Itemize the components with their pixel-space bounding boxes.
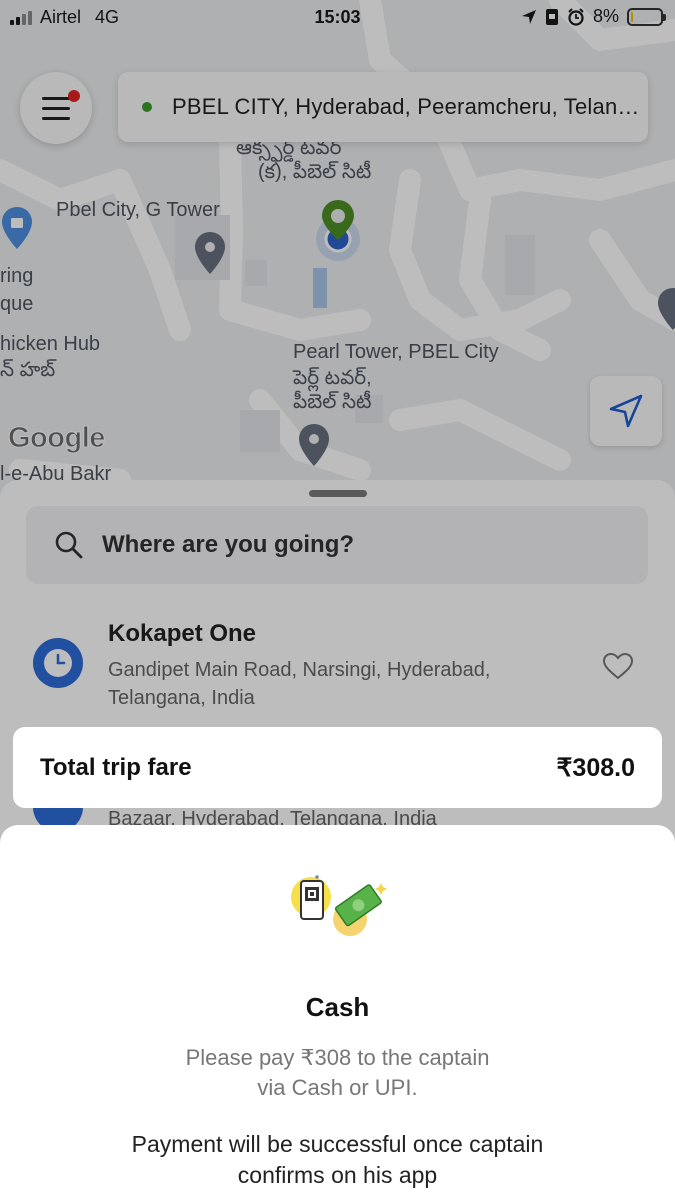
fare-label: Total trip fare [40, 753, 192, 781]
cash-upi-icon [291, 875, 387, 936]
payment-instructions-line: via Cash or UPI. [257, 1075, 418, 1100]
payment-instructions-line: Please pay ₹308 to the captain [185, 1045, 490, 1070]
fare-amount: ₹308.0 [556, 753, 635, 782]
payment-note-line: Payment will be successful once captain [131, 1131, 544, 1157]
payment-confirmation-note: Payment will be successful once captain … [0, 1129, 675, 1191]
payment-note-line: confirms on his app [237, 1162, 438, 1188]
payment-sheet: Cash Please pay ₹308 to the captain via … [0, 825, 675, 1200]
payment-method-title: Cash [305, 992, 370, 1022]
payment-instructions: Please pay ₹308 to the captain via Cash … [0, 1043, 675, 1103]
trip-fare-card: Total trip fare ₹308.0 [13, 727, 662, 808]
